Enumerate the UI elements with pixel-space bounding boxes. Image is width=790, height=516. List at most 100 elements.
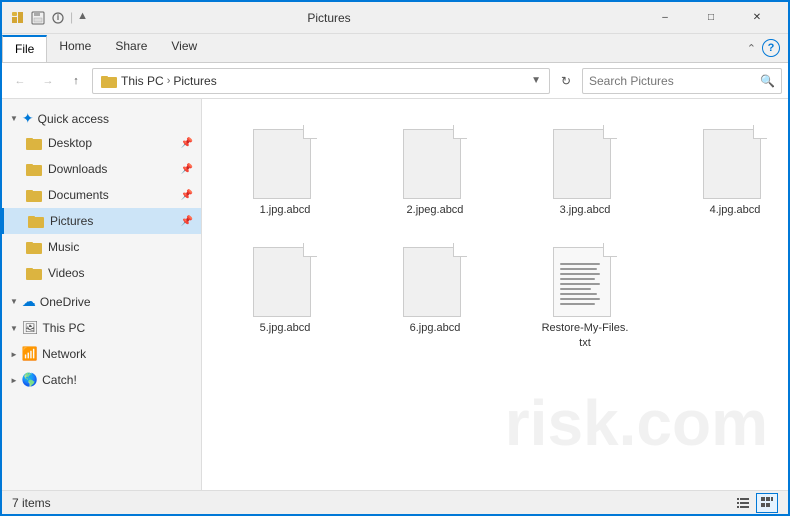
- explorer-window: | ▲ Pictures – □ ✕ File Home Share View …: [0, 0, 790, 516]
- search-input[interactable]: [589, 74, 760, 88]
- network-section: ► 📶 Network: [2, 343, 201, 365]
- tab-view[interactable]: View: [159, 34, 209, 62]
- music-folder-icon: [26, 239, 42, 255]
- onedrive-arrow: ▼: [10, 297, 18, 306]
- network-header[interactable]: ► 📶 Network: [2, 343, 201, 365]
- item-count: 7 items: [12, 496, 51, 510]
- sidebar-item-downloads[interactable]: Downloads 📌: [2, 156, 201, 182]
- file-name-3: 4.jpg.abcd: [710, 203, 761, 217]
- path-segment-thispc[interactable]: This PC: [121, 74, 164, 88]
- thispc-header[interactable]: ▼ 🖼 This PC: [2, 317, 201, 339]
- videos-folder-icon: [26, 265, 42, 281]
- list-view-btn[interactable]: [732, 493, 754, 513]
- sidebar-item-music[interactable]: Music: [2, 234, 201, 260]
- sidebar-item-documents[interactable]: Documents 📌: [2, 182, 201, 208]
- file-item-3[interactable]: 4.jpg.abcd: [670, 117, 788, 225]
- tab-share[interactable]: Share: [103, 34, 159, 62]
- status-bar: 7 items: [2, 490, 788, 514]
- address-bar: ← → ↑ This PC › Pictures ▼ ↻ 🔍: [2, 63, 788, 99]
- desktop-pin-icon: 📌: [181, 138, 193, 149]
- catch-section: ► 🌎 Catch!: [2, 369, 201, 391]
- catch-label: Catch!: [42, 373, 77, 387]
- thispc-section: ▼ 🖼 This PC: [2, 317, 201, 339]
- path-dropdown-btn[interactable]: ▼: [531, 75, 541, 86]
- file-icon-6: [553, 243, 617, 317]
- forward-button[interactable]: →: [36, 69, 60, 93]
- ribbon: File Home Share View ⌃ ?: [2, 34, 788, 63]
- pictures-pin-icon: 📌: [181, 216, 193, 227]
- file-name-5: 6.jpg.abcd: [410, 321, 461, 335]
- file-icon-3: [703, 125, 767, 199]
- sidebar: ▼ ✦ Quick access Desktop 📌: [2, 99, 202, 490]
- window-controls: – □ ✕: [642, 2, 780, 34]
- catch-icon: 🌎: [22, 372, 38, 388]
- large-icon-view-btn[interactable]: [756, 493, 778, 513]
- up-button[interactable]: ↑: [64, 69, 88, 93]
- ribbon-collapse-btn[interactable]: ⌃: [747, 42, 756, 55]
- main-area: ▼ ✦ Quick access Desktop 📌: [2, 99, 788, 490]
- sidebar-item-videos-label: Videos: [48, 266, 84, 280]
- sidebar-item-videos[interactable]: Videos: [2, 260, 201, 286]
- thispc-icon: 🖼: [22, 320, 39, 336]
- ribbon-tabs: File Home Share View ⌃ ?: [2, 34, 788, 62]
- address-path[interactable]: This PC › Pictures ▼: [92, 68, 550, 94]
- file-name-4: 5.jpg.abcd: [260, 321, 311, 335]
- tab-file[interactable]: File: [2, 35, 47, 62]
- file-name-2: 3.jpg.abcd: [560, 203, 611, 217]
- minimize-button[interactable]: –: [642, 2, 688, 34]
- network-icon: 📶: [22, 346, 38, 362]
- quick-access-section: ▼ ✦ Quick access Desktop 📌: [2, 107, 201, 286]
- file-item-0[interactable]: 1.jpg.abcd: [220, 117, 350, 225]
- search-icon[interactable]: 🔍: [760, 74, 775, 88]
- sidebar-item-pictures-label: Pictures: [50, 214, 93, 228]
- catch-header[interactable]: ► 🌎 Catch!: [2, 369, 201, 391]
- window-title: Pictures: [16, 11, 642, 25]
- file-item-1[interactable]: 2.jpeg.abcd: [370, 117, 500, 225]
- file-icon-2: [553, 125, 617, 199]
- onedrive-label: OneDrive: [40, 295, 91, 309]
- close-button[interactable]: ✕: [734, 2, 780, 34]
- catch-arrow: ►: [10, 376, 18, 385]
- path-sep-1: ›: [167, 75, 171, 87]
- file-item-6[interactable]: Restore-My-Files.txt: [520, 235, 650, 358]
- file-name-0: 1.jpg.abcd: [260, 203, 311, 217]
- title-bar: | ▲ Pictures – □ ✕: [2, 2, 788, 34]
- quick-access-star-icon: ✦: [22, 110, 34, 127]
- path-segment-pictures[interactable]: Pictures: [173, 74, 216, 88]
- file-item-5[interactable]: 6.jpg.abcd: [370, 235, 500, 358]
- file-name-1: 2.jpeg.abcd: [407, 203, 464, 217]
- onedrive-icon: ☁: [22, 293, 36, 310]
- onedrive-section: ▼ ☁ OneDrive: [2, 290, 201, 313]
- file-icon-4: [253, 243, 317, 317]
- file-icon-1: [403, 125, 467, 199]
- sidebar-item-music-label: Music: [48, 240, 79, 254]
- refresh-button[interactable]: ↻: [554, 69, 578, 93]
- downloads-folder-icon: [26, 161, 42, 177]
- view-controls: [732, 493, 778, 513]
- quick-access-label: Quick access: [38, 112, 109, 126]
- thispc-label: This PC: [42, 321, 85, 335]
- back-button[interactable]: ←: [8, 69, 32, 93]
- onedrive-header[interactable]: ▼ ☁ OneDrive: [2, 290, 201, 313]
- file-icon-5: [403, 243, 467, 317]
- watermark: risk.com: [505, 386, 768, 460]
- pictures-folder-icon: [28, 213, 44, 229]
- maximize-button[interactable]: □: [688, 2, 734, 34]
- sidebar-item-desktop-label: Desktop: [48, 136, 92, 150]
- help-btn[interactable]: ?: [762, 39, 780, 57]
- network-label: Network: [42, 347, 86, 361]
- sidebar-item-desktop[interactable]: Desktop 📌: [2, 130, 201, 156]
- thispc-arrow: ▼: [10, 324, 18, 333]
- search-box[interactable]: 🔍: [582, 68, 782, 94]
- tab-home[interactable]: Home: [47, 34, 103, 62]
- desktop-folder-icon: [26, 135, 42, 151]
- file-item-2[interactable]: 3.jpg.abcd: [520, 117, 650, 225]
- documents-pin-icon: 📌: [181, 190, 193, 201]
- network-arrow: ►: [10, 350, 18, 359]
- sidebar-item-documents-label: Documents: [48, 188, 109, 202]
- quick-access-header[interactable]: ▼ ✦ Quick access: [2, 107, 201, 130]
- downloads-pin-icon: 📌: [181, 164, 193, 175]
- files-grid: 1.jpg.abcd 2.jpeg.abcd 3.jpg: [212, 109, 778, 366]
- file-item-4[interactable]: 5.jpg.abcd: [220, 235, 350, 358]
- sidebar-item-pictures[interactable]: Pictures 📌: [2, 208, 201, 234]
